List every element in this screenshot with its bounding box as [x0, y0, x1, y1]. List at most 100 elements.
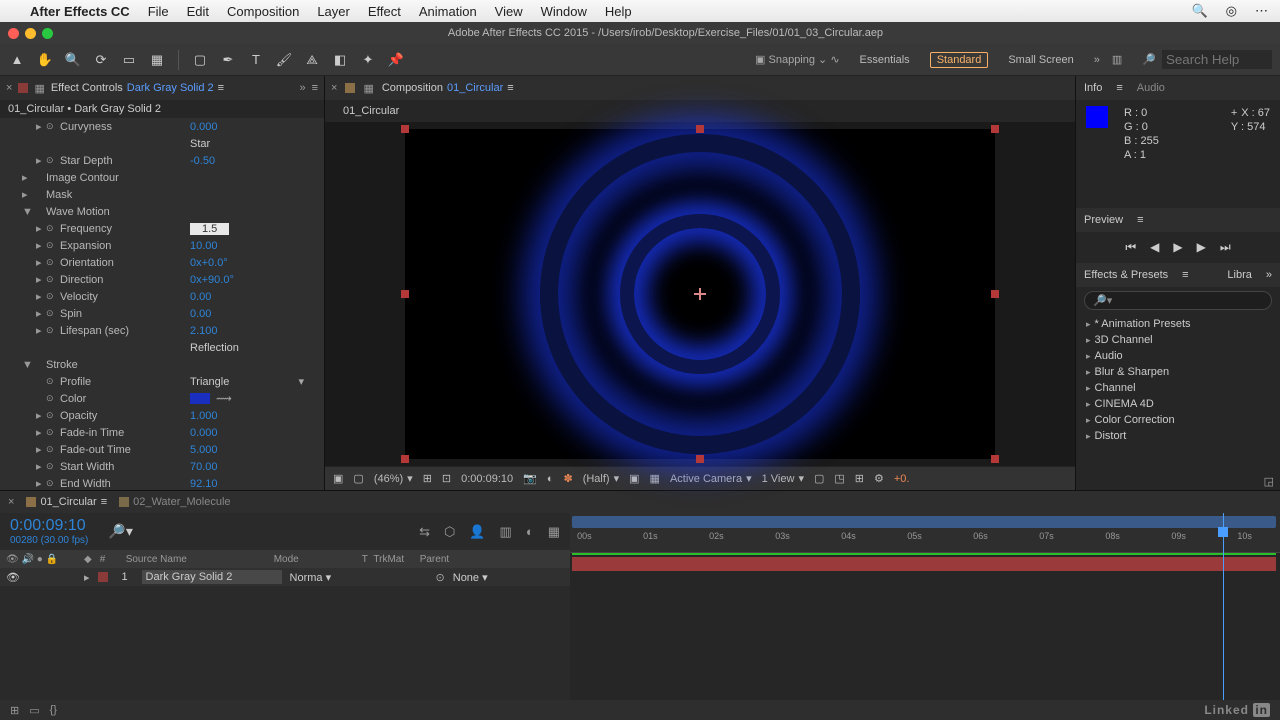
disclosure-icon[interactable]: ▸ [36, 222, 46, 235]
stopwatch-icon[interactable]: ⊙ [46, 257, 60, 268]
brush-tool-icon[interactable]: 🖌 [275, 51, 293, 69]
disclosure-icon[interactable]: ▼ [22, 359, 32, 371]
menu-edit[interactable]: Edit [187, 4, 209, 19]
workspace-small-screen[interactable]: Small Screen [1000, 52, 1081, 68]
fx-property-row[interactable]: ▸⊙Star Depth-0.50 [0, 152, 324, 169]
stopwatch-icon[interactable]: ⊙ [46, 121, 60, 132]
fx-property-row[interactable]: ▸⊙Orientation0x+0.0° [0, 254, 324, 271]
status-icon-1[interactable]: ⊞ [10, 704, 19, 717]
fx-property-row[interactable]: ▼Wave Motion [0, 203, 324, 220]
fx-property-row[interactable]: ▼Stroke [0, 356, 324, 373]
minimize-icon[interactable] [25, 28, 36, 39]
search-help[interactable]: 🔎 [1142, 50, 1272, 69]
fx-property-row[interactable]: ▸⊙Expansion10.00 [0, 237, 324, 254]
fx-property-row[interactable]: ▸⊙Lifespan (sec)2.100 [0, 322, 324, 339]
workspace-standard[interactable]: Standard [930, 52, 989, 68]
color-swatch[interactable] [190, 393, 210, 404]
fx-property-row[interactable]: ⊙Color⟿ [0, 390, 324, 407]
stopwatch-icon[interactable]: ⊙ [46, 325, 60, 336]
play-icon[interactable]: ▶ [1173, 240, 1182, 255]
toggle-alpha-icon[interactable]: ▣ [333, 472, 343, 485]
fx-property-row[interactable]: ▸⊙Start Width70.00 [0, 458, 324, 475]
tab-audio[interactable]: Audio [1137, 82, 1165, 94]
view-dropdown[interactable]: 1 View ▾ [762, 472, 804, 485]
libraries-overflow-icon[interactable]: » [1266, 269, 1272, 281]
disclosure-icon[interactable]: ▸ [36, 443, 46, 456]
comp-tab-menu-icon[interactable]: ≡ [507, 82, 513, 94]
current-time[interactable]: 0:00:09:10 [461, 473, 513, 485]
layer-mode[interactable]: Norma ▾ [290, 571, 370, 584]
pen-tool-icon[interactable]: ✒ [219, 51, 237, 69]
eyedropper-icon[interactable]: ⟿ [216, 392, 232, 405]
timeline-timecode[interactable]: 0:00:09:10 [10, 517, 88, 535]
tab-effects-presets[interactable]: Effects & Presets [1084, 269, 1168, 281]
handle-br[interactable] [991, 455, 999, 463]
preview-menu-icon[interactable]: ≡ [1137, 214, 1143, 226]
shy-icon[interactable]: 👤 [469, 524, 485, 540]
frame-blend-icon[interactable]: ▥ [500, 524, 512, 540]
comp-tab-close-icon[interactable]: × [331, 82, 337, 94]
effects-search-input[interactable]: 🔎▾ [1084, 291, 1272, 310]
property-value[interactable]: 5.000 [190, 444, 218, 456]
overflow-icon[interactable]: ⋯ [1255, 3, 1268, 19]
app-name[interactable]: After Effects CC [30, 4, 130, 19]
fx-property-row[interactable]: ▸⊙End Width92.10 [0, 475, 324, 490]
fx-enable-icon[interactable]: ▦ [34, 82, 44, 95]
traffic-lights[interactable] [8, 28, 53, 39]
disclosure-icon[interactable]: ▼ [22, 206, 32, 218]
property-value-editing[interactable]: 1.5 [190, 223, 229, 235]
menu-composition[interactable]: Composition [227, 4, 299, 19]
property-value[interactable]: 70.00 [190, 461, 218, 473]
disclosure-icon[interactable]: ▸ [36, 273, 46, 286]
timeline-tab-2[interactable]: 02_Water_Molecule [119, 496, 230, 508]
first-frame-icon[interactable]: ⏮ [1125, 240, 1136, 255]
fx-property-row[interactable]: ▸⊙Fade-in Time0.000 [0, 424, 324, 441]
menu-view[interactable]: View [495, 4, 523, 19]
text-tool-icon[interactable]: T [247, 51, 265, 69]
tab-close-icon[interactable]: × [6, 82, 12, 94]
pixel-aspect-icon[interactable]: ▢ [814, 472, 824, 485]
timeline-icon[interactable]: ⊞ [855, 472, 864, 485]
zoom-dropdown[interactable]: (46%) ▾ [374, 472, 413, 485]
disclosure-icon[interactable]: ▸ [36, 324, 46, 337]
disclosure-icon[interactable]: ▸ [36, 290, 46, 303]
fx-property-row[interactable]: Star [0, 135, 324, 152]
visibility-icon[interactable]: 👁 [6, 571, 20, 584]
handle-l[interactable] [401, 290, 409, 298]
stopwatch-icon[interactable]: ⊙ [46, 427, 60, 438]
stopwatch-icon[interactable]: ⊙ [46, 393, 60, 404]
disclosure-icon[interactable]: ▸ [36, 477, 46, 490]
menu-file[interactable]: File [148, 4, 169, 19]
fast-draft-icon[interactable]: ◳ [834, 472, 844, 485]
rotate-tool-icon[interactable]: ⟳ [92, 51, 110, 69]
stopwatch-icon[interactable]: ⊙ [46, 410, 60, 421]
toggle-transparency-icon[interactable]: ▢ [353, 472, 363, 485]
fx-property-row[interactable]: ▸⊙Frequency1.5 [0, 220, 324, 237]
roto-tool-icon[interactable]: ✦ [359, 51, 377, 69]
stopwatch-icon[interactable]: ⊙ [46, 274, 60, 285]
disclosure-icon[interactable]: ▸ [36, 409, 46, 422]
layer-name[interactable]: Dark Gray Solid 2 [142, 570, 282, 584]
hand-tool-icon[interactable]: ✋ [36, 51, 54, 69]
stopwatch-icon[interactable]: ⊙ [46, 240, 60, 251]
resolution-icon[interactable]: ⊞ [423, 472, 432, 485]
expand-layer-icon[interactable]: ▸ [84, 571, 90, 584]
cc-sync-icon[interactable]: ◎ [1226, 3, 1237, 19]
next-frame-icon[interactable]: ▶︎ [1197, 240, 1206, 255]
motion-blur-icon[interactable]: ◐ [526, 524, 534, 540]
composition-canvas[interactable] [405, 129, 995, 459]
status-icon-3[interactable]: {} [50, 704, 57, 716]
parent-pickwhip-icon[interactable]: ⊙ [436, 571, 445, 584]
dropdown-icon[interactable]: ▾ [298, 375, 304, 388]
property-value[interactable]: 0.00 [190, 291, 211, 303]
last-frame-icon[interactable]: ⏭ [1220, 240, 1231, 255]
disclosure-icon[interactable]: ▸ [22, 171, 32, 184]
property-value[interactable]: -0.50 [190, 155, 215, 167]
disclosure-icon[interactable]: ▸ [36, 239, 46, 252]
fx-property-row[interactable]: ▸⊙Curvyness0.000 [0, 118, 324, 135]
disclosure-icon[interactable]: ▸ [22, 188, 32, 201]
stopwatch-icon[interactable]: ⊙ [46, 308, 60, 319]
snapshot-icon[interactable]: 📷 [523, 472, 537, 485]
flowchart-icon[interactable]: ⚙ [874, 472, 884, 485]
playhead-handle-icon[interactable] [1218, 527, 1228, 537]
